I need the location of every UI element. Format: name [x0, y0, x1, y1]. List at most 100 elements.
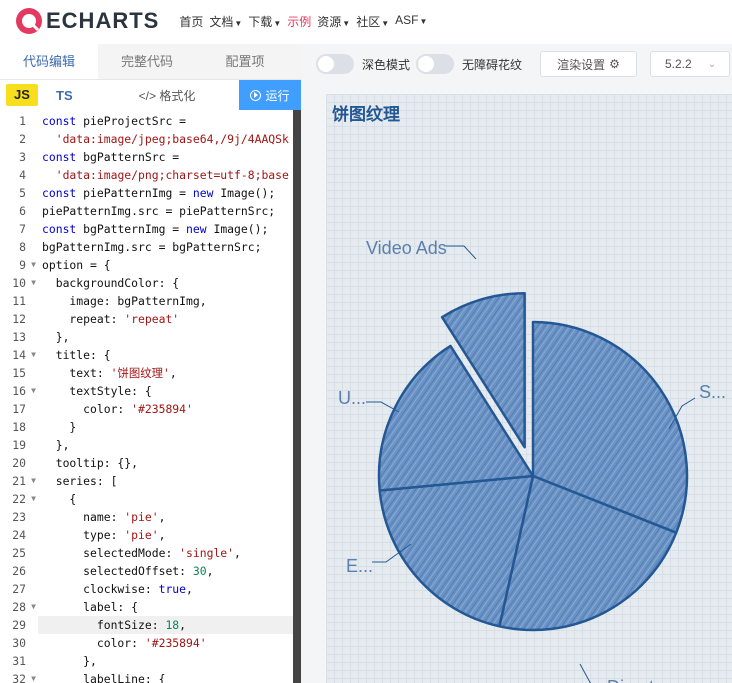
- nav-item-label: ASF: [395, 12, 419, 27]
- nav-item-0[interactable]: 首页: [179, 13, 203, 30]
- accessibility-label: 无障碍花纹: [462, 57, 523, 72]
- line-number: 29: [12, 618, 26, 632]
- line-number: 25: [12, 546, 26, 560]
- chevron-down-icon: ⌄: [707, 58, 717, 70]
- tab-code-edit[interactable]: 代码编辑: [0, 44, 98, 79]
- fold-arrow-icon[interactable]: ▼: [31, 346, 36, 364]
- line-number: 23: [12, 510, 26, 524]
- caret-down-icon: ▼: [381, 18, 390, 28]
- line-number: 30: [12, 636, 26, 650]
- line-number: 19: [12, 438, 26, 452]
- format-button[interactable]: </> 格式化: [139, 87, 196, 104]
- code-line: const piePatternImg = new Image();: [42, 186, 276, 200]
- line-number: 1: [19, 114, 26, 128]
- line-number: 14 ▼: [12, 346, 36, 364]
- code-brackets-icon: </>: [138, 88, 156, 103]
- line-number: 24: [12, 528, 26, 542]
- line-number: 9 ▼: [19, 256, 36, 274]
- fold-arrow-icon[interactable]: ▼: [31, 382, 36, 400]
- logo-text: ECHARTS: [46, 8, 160, 33]
- code-line: 'data:image/png;charset=utf-8;base: [55, 168, 289, 182]
- editor-scrollbar[interactable]: [293, 110, 301, 683]
- fold-arrow-icon[interactable]: ▼: [31, 274, 36, 292]
- code-line: labelLine: {: [42, 672, 166, 683]
- dark-mode-toggle[interactable]: [316, 54, 354, 74]
- line-number: 3: [19, 150, 26, 164]
- line-number: 4: [19, 168, 26, 182]
- nav-item-label: 资源: [317, 14, 342, 29]
- code-editor[interactable]: 1 const pieProjectSrc = 2 'data:image/jpeg…: [0, 110, 301, 683]
- line-number: 21 ▼: [12, 472, 36, 490]
- line-number: 8: [19, 240, 26, 254]
- editor-tabbar: 代码编辑 完整代码 配置项: [0, 44, 301, 80]
- run-button[interactable]: 运行: [239, 80, 301, 110]
- echarts-logo-icon: [16, 8, 42, 34]
- code-line: clockwise: true,: [42, 582, 193, 596]
- code-line: },: [42, 654, 97, 668]
- code-line: },: [42, 330, 70, 344]
- gear-icon: ⚙: [609, 57, 620, 71]
- nav-item-6[interactable]: ASF▼: [395, 13, 427, 30]
- fold-arrow-icon[interactable]: ▼: [31, 670, 36, 683]
- code-line: tooltip: {},: [42, 456, 139, 470]
- line-number: 27: [12, 582, 26, 596]
- ts-language-button[interactable]: TS: [56, 88, 73, 103]
- code-line: selectedOffset: 30,: [42, 564, 214, 578]
- pie-label: U...: [338, 388, 366, 408]
- line-number: 6: [19, 204, 26, 218]
- nav-item-label: 社区: [356, 14, 381, 29]
- nav-item-3[interactable]: 示例: [287, 13, 311, 30]
- code-line: }: [42, 420, 77, 434]
- nav-item-1[interactable]: 文档▼: [209, 13, 242, 30]
- accessibility-toggle[interactable]: [416, 54, 455, 74]
- render-settings-label: 渲染设置: [557, 57, 606, 72]
- nav-menu: 首页 文档▼ 下载▼ 示例 资源▼ 社区▼ ASF▼: [179, 13, 433, 30]
- line-number: 7: [19, 222, 26, 236]
- line-number: 17: [12, 402, 26, 416]
- format-label: 格式化: [159, 88, 196, 103]
- nav-item-5[interactable]: 社区▼: [356, 13, 389, 30]
- preview-panel: 深色模式 无障碍花纹 渲染设置 ⚙ 5.2.2 ⌄ Video Ads S... D…: [301, 44, 732, 683]
- caret-down-icon: ▼: [419, 16, 428, 26]
- pie-label: S...: [699, 382, 726, 402]
- render-settings-button[interactable]: 渲染设置 ⚙: [540, 51, 637, 77]
- nav-item-label: 示例: [287, 14, 312, 29]
- preview-controls: 深色模式 无障碍花纹 渲染设置 ⚙ 5.2.2 ⌄: [301, 44, 732, 84]
- nav-item-4[interactable]: 资源▼: [317, 13, 350, 30]
- version-select[interactable]: 5.2.2 ⌄: [650, 51, 730, 77]
- fold-arrow-icon[interactable]: ▼: [31, 598, 36, 616]
- nav-item-2[interactable]: 下载▼: [248, 13, 281, 30]
- code-line: {: [42, 492, 77, 506]
- code-line: fontSize: 18,: [42, 618, 187, 632]
- pie-label: Video Ads: [366, 238, 447, 258]
- code-line: const bgPatternSrc =: [42, 150, 180, 164]
- line-number: 15: [12, 366, 26, 380]
- code-line: color: '#235894': [42, 402, 193, 416]
- nav-item-label: 下载: [248, 14, 273, 29]
- echarts-logo[interactable]: ECHARTS: [14, 6, 159, 36]
- code-line: 'data:image/jpeg;base64,/9j/4AAQSk: [55, 132, 289, 146]
- top-navbar: ECHARTS 首页 文档▼ 下载▼ 示例 资源▼ 社区▼ ASF▼: [0, 0, 732, 42]
- caret-down-icon: ▼: [234, 18, 243, 28]
- tab-full-code[interactable]: 完整代码: [98, 44, 196, 79]
- play-circle-icon: [250, 89, 262, 101]
- line-number: 12: [12, 312, 26, 326]
- fold-arrow-icon[interactable]: ▼: [31, 472, 36, 490]
- tab-options[interactable]: 配置项: [196, 44, 294, 79]
- caret-down-icon: ▼: [273, 18, 282, 28]
- pie-chart[interactable]: Video Ads S... Direct E... U...: [326, 94, 732, 683]
- code-line: color: '#235894': [42, 636, 207, 650]
- code-line: selectedMode: 'single',: [42, 546, 241, 560]
- line-number: 22 ▼: [12, 490, 36, 508]
- js-language-button[interactable]: JS: [6, 84, 38, 106]
- fold-arrow-icon[interactable]: ▼: [31, 490, 36, 508]
- line-number: 18: [12, 420, 26, 434]
- nav-item-label: 首页: [179, 14, 204, 29]
- fold-arrow-icon[interactable]: ▼: [31, 256, 36, 274]
- line-number: 5: [19, 186, 26, 200]
- code-line: option = {: [42, 258, 111, 272]
- chart-container: Video Ads S... Direct E... U... 饼图纹理: [326, 94, 732, 683]
- code-line: textStyle: {: [42, 384, 152, 398]
- line-number: 20: [12, 456, 26, 470]
- code-line: repeat: 'repeat': [42, 312, 180, 326]
